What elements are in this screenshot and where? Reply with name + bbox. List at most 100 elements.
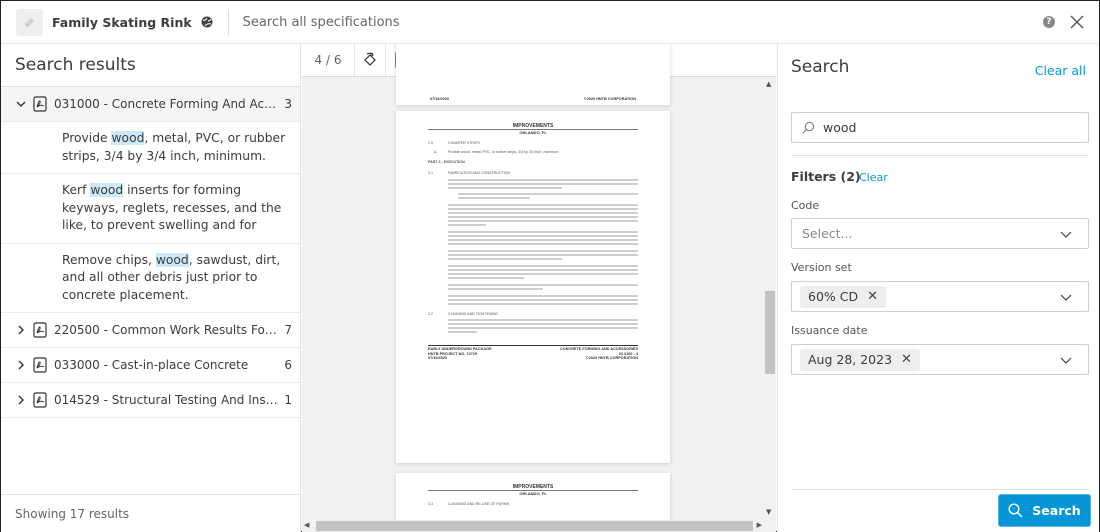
group-count: 6: [284, 358, 292, 372]
scroll-down-icon[interactable]: ▼: [766, 508, 771, 516]
version-set-label: Version set: [791, 261, 852, 274]
group-count: 1: [284, 393, 292, 407]
document-page-current: IMPROVEMENTS ORLANDO, FL 2.5 CHAMFER STRI…: [396, 111, 670, 463]
remove-chip-icon[interactable]: ✕: [901, 352, 912, 367]
chevron-down-icon: [1060, 231, 1072, 238]
result-text: Remove chips,: [62, 252, 156, 267]
chevron-down-icon: [1060, 357, 1072, 364]
chevron-right-icon[interactable]: [15, 324, 27, 336]
issuance-date-chip: Aug 28, 2023 ✕: [800, 348, 920, 371]
chevron-right-icon[interactable]: [15, 359, 27, 371]
version-set-select[interactable]: 60% CD ✕: [791, 281, 1089, 312]
part-heading: PART 3 - EXECUTION: [428, 160, 465, 165]
group-count: 7: [284, 323, 292, 337]
document-viewer: 4 / 6 07/16/2020 ©2020 HNTB CORPORATION …: [302, 44, 776, 532]
close-icon[interactable]: [1067, 12, 1087, 32]
pdf-file-icon: [33, 392, 47, 408]
code-placeholder: Select...: [802, 226, 853, 241]
globe-icon: [201, 16, 213, 28]
section-number: 3.2: [428, 311, 433, 316]
match-highlight: wood: [155, 252, 189, 267]
scroll-right-icon[interactable]: ▶: [757, 521, 762, 529]
search-input[interactable]: [823, 120, 1063, 135]
search-button-label: Search: [1032, 503, 1081, 518]
item-letter: A.: [434, 149, 438, 154]
filters-title: Filters (2): [791, 169, 861, 184]
search-icon: [1008, 503, 1023, 518]
chip-label: Aug 28, 2023: [808, 352, 893, 367]
body-text-block: [428, 178, 638, 305]
issuance-date-select[interactable]: Aug 28, 2023 ✕: [791, 344, 1089, 375]
section-title: CHAMFER STRIPS: [448, 141, 480, 146]
pdf-file-icon: [33, 357, 47, 373]
match-highlight: wood: [90, 183, 124, 197]
rotate-button[interactable]: [355, 44, 386, 76]
chip-label: 60% CD: [808, 289, 859, 304]
section-number: 3.3: [428, 502, 433, 507]
code-select[interactable]: Select...: [791, 218, 1089, 249]
item-text: Provide wood, metal, PVC, or rubber stri…: [448, 149, 560, 154]
group-label: 033000 - Cast-in-place Concrete: [54, 358, 249, 372]
result-item[interactable]: Kerf wood inserts for forming keyways, r…: [1, 174, 300, 244]
result-group[interactable]: 033000 - Cast-in-place Concrete 6: [1, 348, 300, 383]
group-label: 014529 - Structural Testing And Inspe...: [54, 393, 279, 407]
help-icon[interactable]: ?: [1043, 16, 1055, 28]
clear-all-link[interactable]: Clear all: [1035, 63, 1086, 78]
group-label: 220500 - Common Work Results For P...: [54, 323, 279, 337]
group-count: 3: [284, 97, 292, 111]
section-number: 3.1: [428, 170, 433, 175]
remove-chip-icon[interactable]: ✕: [867, 289, 878, 304]
issuance-date-label: Issuance date: [791, 324, 868, 337]
pdf-file-icon: [33, 96, 47, 112]
panel-title: Search: [791, 57, 850, 77]
document-canvas[interactable]: 07/16/2020 ©2020 HNTB CORPORATION IMPROV…: [302, 44, 764, 532]
vertical-scroll-thumb[interactable]: [765, 291, 775, 374]
section-title: FABRICATION AND CONSTRUCTION: [448, 170, 511, 175]
clear-filters-link[interactable]: Clear: [859, 171, 888, 184]
result-text: Provide: [62, 131, 112, 145]
result-group[interactable]: 220500 - Common Work Results For P... 7: [1, 313, 300, 348]
project-name[interactable]: Family Skating Rink: [52, 15, 192, 30]
page-subheader: ORLANDO, FL: [519, 490, 547, 496]
search-button[interactable]: Search: [999, 495, 1090, 526]
panel-title: Search results: [1, 44, 300, 87]
footer-right-line: ©2020 HNTB CORPORATION: [585, 356, 638, 361]
rotate-icon: [364, 52, 376, 66]
divider: [791, 155, 1089, 156]
search-input-wrapper[interactable]: [791, 112, 1089, 143]
section-number: 2.5: [428, 141, 433, 146]
search-results-panel: Search results 031000 - Concrete Forming…: [1, 44, 301, 532]
result-text: Kerf: [62, 183, 91, 197]
code-label: Code: [791, 199, 820, 212]
result-group[interactable]: 014529 - Structural Testing And Inspe...…: [1, 383, 300, 418]
divider: [791, 489, 1089, 490]
document-page-previous: 07/16/2020 ©2020 HNTB CORPORATION: [396, 44, 670, 105]
chevron-down-icon: [1060, 294, 1072, 301]
page-footer: EARLY UNDERGROUND PACKAGE HNTB PROJECT N…: [428, 347, 638, 361]
chevron-right-icon[interactable]: [15, 394, 27, 406]
divider: [227, 9, 229, 35]
search-icon: [802, 121, 815, 134]
match-highlight: wood: [111, 131, 145, 145]
top-bar: Family Skating Rink Search all specifica…: [1, 1, 1099, 44]
result-item[interactable]: Provide wood, metal, PVC, or rubber stri…: [1, 122, 300, 174]
result-group[interactable]: 031000 - Concrete Forming And Acces... 3: [1, 87, 300, 122]
vertical-scrollbar[interactable]: ▲ ▼: [764, 78, 776, 518]
global-search-input[interactable]: Search all specifications: [243, 15, 400, 30]
footer-left-line: 07/16/2020: [428, 356, 448, 361]
chevron-down-icon[interactable]: [15, 98, 27, 110]
page-indicator: 4 / 6: [302, 44, 355, 76]
horizontal-scroll-thumb[interactable]: [316, 521, 753, 531]
scroll-left-icon[interactable]: ◀: [304, 521, 309, 529]
project-logo[interactable]: [16, 8, 43, 36]
result-item[interactable]: Remove chips, wood, sawdust, dirt, and a…: [1, 244, 300, 313]
page-subheader: ORLANDO, FL: [519, 129, 547, 135]
results-count: Showing 17 results: [1, 494, 300, 532]
section-title: CLEANING AND RE-USE OF FORMS: [448, 502, 510, 507]
group-label: 031000 - Concrete Forming And Acces...: [54, 97, 279, 111]
horizontal-scrollbar[interactable]: ◀ ▶: [302, 520, 764, 532]
scroll-up-icon[interactable]: ▲: [766, 80, 771, 88]
section-title: CLEANING AND TIGHTENING: [448, 311, 498, 316]
version-set-chip: 60% CD ✕: [800, 285, 887, 308]
page-footer-date: 07/16/2020: [430, 97, 450, 102]
